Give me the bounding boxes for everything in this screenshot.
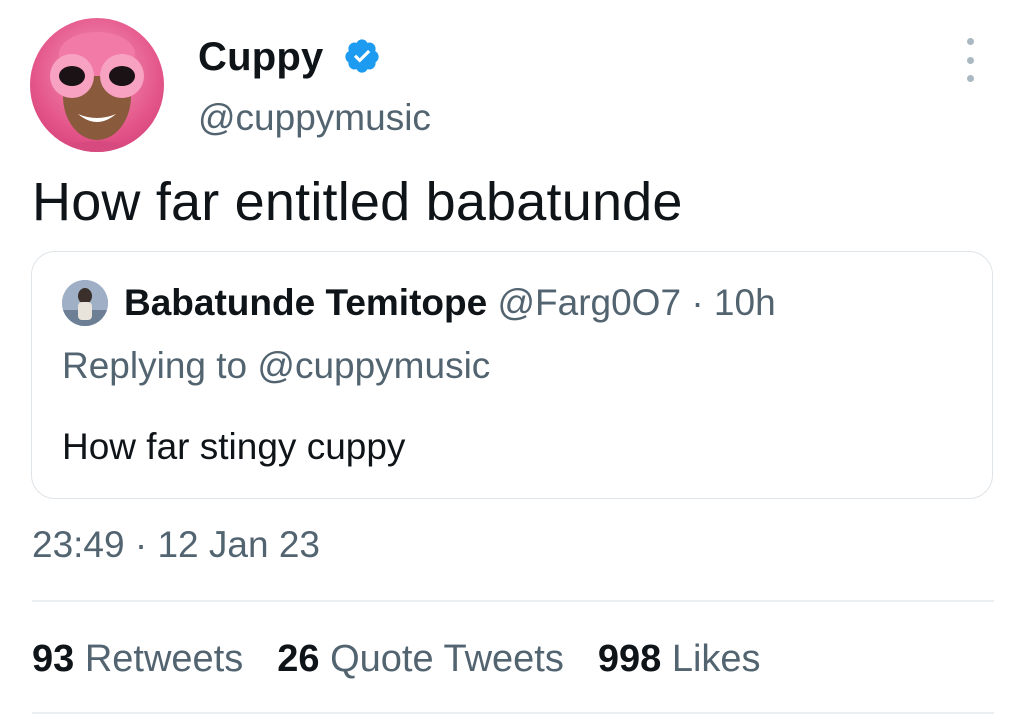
quoted-author-name[interactable]: Babatunde Temitope <box>124 282 487 323</box>
quoted-tweet-text: How far stingy cuppy <box>62 426 406 467</box>
avatar-image <box>50 32 144 152</box>
dot <box>966 38 974 45</box>
quoted-author-handle[interactable]: @Farg0O7 <box>497 282 681 323</box>
tweet-timestamp[interactable]: 23:49 · 12 Jan 23 <box>32 523 320 567</box>
dot <box>966 75 974 82</box>
dot <box>966 56 974 64</box>
quoted-tweet-card[interactable]: Babatunde Temitope @Farg0O7 · 10h Replyi… <box>31 251 993 499</box>
tweet-date: 12 Jan 23 <box>157 524 321 565</box>
replying-to-handle[interactable]: @cuppymusic <box>257 345 490 386</box>
verified-badge-icon <box>345 39 379 73</box>
quoted-tweet-header: Babatunde Temitope @Farg0O7 · 10h <box>124 281 776 325</box>
quoted-avatar-image <box>62 280 108 326</box>
quote-tweets-label: Quote Tweets <box>330 638 564 680</box>
author-name[interactable]: Cuppy <box>198 33 323 81</box>
engagement-stats: 93 Retweets 26 Quote Tweets 998 Likes <box>32 636 761 682</box>
likes-count: 998 <box>597 638 662 680</box>
header-separator: · <box>691 282 704 323</box>
timestamp-separator: · <box>134 524 148 565</box>
replying-to-line: Replying to @cuppymusic <box>62 344 490 388</box>
quote-tweets-count: 26 <box>277 638 320 680</box>
retweets-label: Retweets <box>84 638 244 680</box>
likes-stat[interactable]: 998 Likes <box>598 636 761 682</box>
divider <box>32 600 994 602</box>
likes-label: Likes <box>671 638 761 680</box>
quote-tweets-stat[interactable]: 26 Quote Tweets <box>277 636 564 682</box>
author-handle[interactable]: @cuppymusic <box>198 96 431 140</box>
tweet-time: 23:49 <box>32 524 125 565</box>
replying-to-label: Replying to <box>62 345 248 386</box>
tweet-text: How far entitled babatunde <box>32 172 683 232</box>
author-avatar[interactable] <box>30 18 164 152</box>
more-options-icon[interactable] <box>950 38 990 82</box>
quoted-author-avatar[interactable] <box>62 280 108 326</box>
retweets-count: 93 <box>32 638 75 680</box>
retweets-stat[interactable]: 93 Retweets <box>32 636 243 682</box>
quoted-time-ago[interactable]: 10h <box>714 282 776 323</box>
divider <box>32 712 994 714</box>
